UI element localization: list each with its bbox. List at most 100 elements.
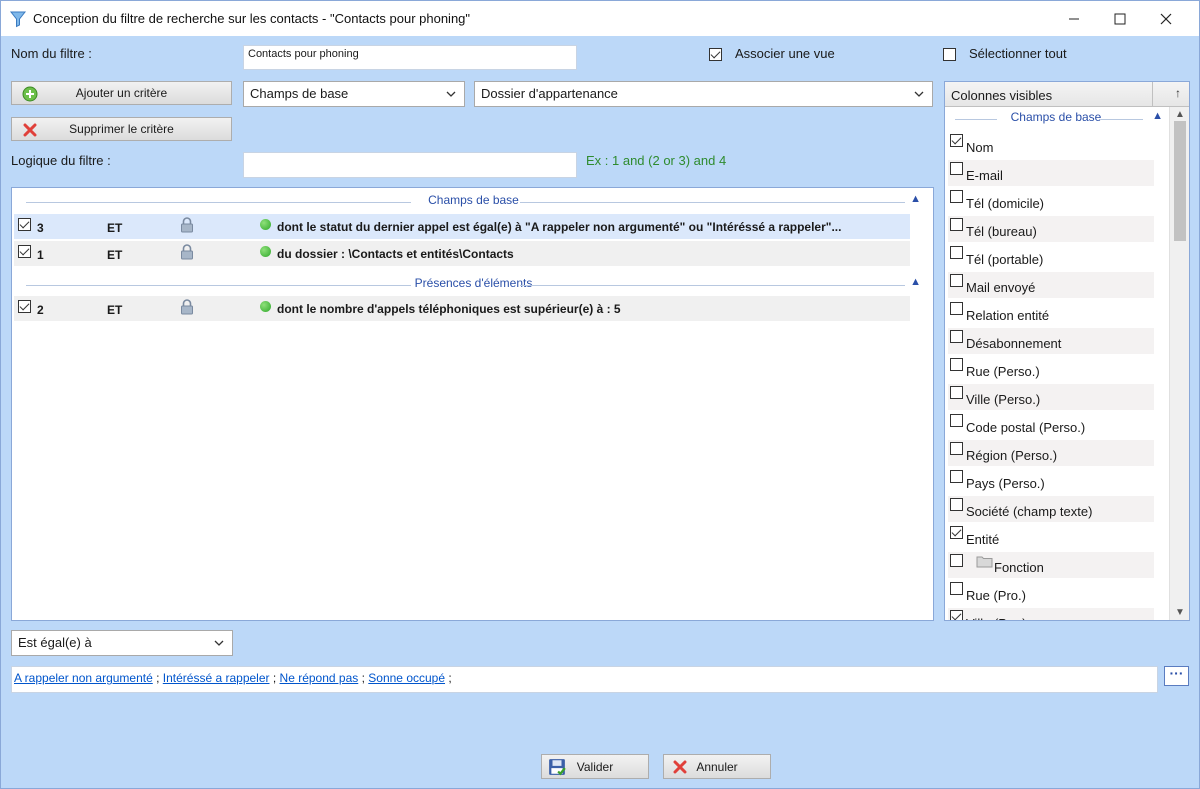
filter-design-window: Conception du filtre de recherche sur le… [0,0,1200,789]
value-link[interactable]: A rappeler non argumenté [14,671,153,685]
column-item[interactable]: Tél (portable) [948,244,1154,270]
funnel-icon [9,11,27,28]
criterion-operator: ET [107,221,123,235]
cancel-label: Annuler [696,759,738,774]
validate-button[interactable]: Valider [541,754,649,779]
visible-columns-title: Colonnes visibles [951,88,1053,103]
dialog-body: Nom du filtre : Contacts pour phoning As… [1,36,1199,788]
column-item-label: Désabonnement [966,336,1062,351]
column-item[interactable]: Désabonnement [948,328,1154,354]
column-item-label: Région (Perso.) [966,448,1058,463]
checkbox-checked-icon[interactable] [950,610,963,620]
close-icon [1160,13,1172,24]
checkbox-checked-icon [18,245,31,259]
checkbox-checked-icon[interactable] [950,134,963,147]
value-link[interactable]: Ne répond pas [280,671,359,685]
checkbox-empty-icon [943,48,956,62]
criterion-checkbox[interactable] [18,244,31,259]
more-values-button[interactable]: ··· [1164,666,1189,686]
collapse-caret-icon[interactable]: ▲ [910,276,921,288]
filter-name-input[interactable]: Contacts pour phoning [243,45,577,70]
collapse-caret-icon[interactable]: ▲ [910,193,921,205]
scroll-down-icon[interactable]: ▼ [1175,607,1185,618]
scrollbar-thumb[interactable] [1174,121,1186,241]
sort-up-arrow-icon[interactable]: ↑ [1175,86,1181,100]
checkbox-empty-icon[interactable] [950,554,963,567]
column-item[interactable]: Rue (Pro.) [948,580,1154,606]
checkbox-empty-icon[interactable] [950,246,963,259]
columns-scrollbar[interactable]: ▲ ▼ [1169,107,1189,620]
column-item[interactable]: Tél (bureau) [948,216,1154,242]
select-all-checkbox[interactable] [943,46,956,62]
checkbox-empty-icon[interactable] [950,414,963,427]
column-item[interactable]: Pays (Perso.) [948,468,1154,494]
column-item[interactable]: Nom [948,132,1154,158]
column-item[interactable]: Entité [948,524,1154,550]
column-item[interactable]: Tél (domicile) [948,188,1154,214]
criterion-number: 2 [37,303,44,317]
column-item-label: Nom [966,140,994,155]
associate-view-checkbox[interactable] [709,46,722,62]
filter-logic-input[interactable] [243,152,577,178]
remove-criterion-button[interactable]: Supprimer le critère [11,117,232,141]
column-item[interactable]: Région (Perso.) [948,440,1154,466]
minimize-icon [1069,18,1079,19]
checkbox-empty-icon[interactable] [950,470,963,483]
criterion-row[interactable]: 2 ET dont le nombre d'appels téléphoniqu… [14,296,910,321]
lock-icon [181,299,193,315]
values-field[interactable]: A rappeler non argumenté ; Intéréssé a r… [11,666,1158,693]
checkbox-checked-icon[interactable] [950,526,963,539]
column-item[interactable]: E-mail [948,160,1154,186]
checkbox-checked-icon [709,48,722,62]
checkbox-empty-icon[interactable] [950,442,963,455]
criterion-checkbox[interactable] [18,299,31,314]
column-item-label: Tél (bureau) [966,224,1037,239]
column-item[interactable]: Mail envoyé [948,272,1154,298]
checkbox-empty-icon[interactable] [950,330,963,343]
criterion-row[interactable]: 3 ET dont le statut du dernier appel est… [14,214,910,239]
checkbox-empty-icon[interactable] [950,386,963,399]
column-item-label: Ville (Perso.) [966,392,1041,407]
save-icon [549,759,566,776]
column-item-label: E-mail [966,168,1003,183]
add-criterion-button[interactable]: Ajouter un critère [11,81,232,105]
visible-columns-panel: Colonnes visibles ↑ Champs de base ▲ Nom… [944,81,1190,621]
remove-criterion-label: Supprimer le critère [69,122,174,136]
checkbox-empty-icon[interactable] [950,498,963,511]
criterion-row[interactable]: 1 ET du dossier : \Contacts et entités\C… [14,241,910,266]
column-item-label: Rue (Pro.) [966,588,1026,603]
checkbox-empty-icon[interactable] [950,302,963,315]
column-item[interactable]: Relation entité [948,300,1154,326]
value-link[interactable]: Sonne occupé [368,671,445,685]
field-category-select[interactable]: Champs de base [243,81,465,107]
column-item-label: Pays (Perso.) [966,476,1045,491]
column-item[interactable]: Fonction [948,552,1154,578]
checkbox-empty-icon[interactable] [950,582,963,595]
close-button[interactable] [1143,1,1189,36]
scroll-up-icon[interactable]: ▲ [1175,109,1185,120]
columns-group-header[interactable]: Champs de base ▲ [945,110,1167,130]
minimize-button[interactable] [1051,1,1097,36]
field-category-value: Champs de base [250,86,349,101]
chevron-down-icon [914,91,924,97]
collapse-caret-icon[interactable]: ▲ [1152,110,1163,122]
column-item[interactable]: Société (champ texte) [948,496,1154,522]
checkbox-empty-icon[interactable] [950,218,963,231]
column-item[interactable]: Code postal (Perso.) [948,412,1154,438]
column-item[interactable]: Ville (Perso.) [948,384,1154,410]
group-header-basic-fields[interactable]: Champs de base ▲ [22,193,925,211]
window-title: Conception du filtre de recherche sur le… [33,11,471,26]
checkbox-empty-icon[interactable] [950,190,963,203]
value-link[interactable]: Intéréssé a rappeler [163,671,270,685]
column-item[interactable]: Ville (Pro.) [948,608,1154,620]
cancel-button[interactable]: Annuler [663,754,771,779]
group-header-element-presence[interactable]: Présences d'éléments ▲ [22,276,925,294]
maximize-button[interactable] [1097,1,1143,36]
checkbox-empty-icon[interactable] [950,162,963,175]
operator-select[interactable]: Est égal(e) à [11,630,233,656]
checkbox-empty-icon[interactable] [950,274,963,287]
column-item[interactable]: Rue (Perso.) [948,356,1154,382]
field-select[interactable]: Dossier d'appartenance [474,81,933,107]
criterion-checkbox[interactable] [18,217,31,232]
checkbox-empty-icon[interactable] [950,358,963,371]
